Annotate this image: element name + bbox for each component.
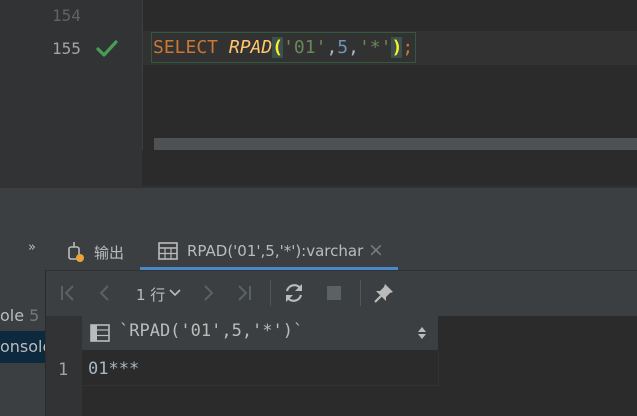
tab-output-label: 输出 — [94, 244, 125, 262]
gutter-bottom — [44, 150, 142, 186]
semicolon: ; — [402, 37, 414, 58]
horizontal-scrollbar-thumb[interactable] — [154, 138, 637, 150]
sort-icon[interactable] — [416, 324, 428, 342]
more-tabs-button[interactable]: » — [28, 240, 36, 255]
sql-statement[interactable]: SELECT RPAD('01',5,'*'); — [153, 36, 413, 60]
open-paren: ( — [272, 37, 284, 58]
string-literal: '01' — [283, 37, 327, 58]
sql-function-name: RPAD — [228, 37, 273, 58]
services-item-count: 5 — [29, 306, 40, 325]
services-item[interactable]: ole 5 — [0, 306, 46, 325]
last-page-icon[interactable] — [232, 281, 256, 305]
output-icon — [65, 241, 85, 263]
check-icon[interactable] — [96, 38, 118, 60]
table-cell[interactable]: 01*** — [88, 359, 139, 379]
stop-icon[interactable] — [322, 281, 346, 305]
line-number: 154 — [52, 6, 81, 25]
line-number: 155 — [52, 39, 81, 58]
toolbar-separator — [360, 280, 361, 306]
close-paren: ) — [391, 37, 403, 58]
toolbar-separator — [270, 280, 271, 306]
refresh-icon[interactable] — [282, 281, 306, 305]
first-page-icon[interactable] — [56, 281, 80, 305]
sql-keyword: SELECT — [153, 37, 219, 58]
string-literal: '*' — [358, 37, 392, 58]
column-header-label: `RPAD('01',5,'*')` — [119, 321, 304, 341]
tab-result[interactable]: RPAD('01',5,'*'):varchar × — [150, 236, 398, 266]
tab-result-label: RPAD('01',5,'*'):varchar — [187, 242, 364, 260]
column-header[interactable]: `RPAD('01',5,'*')` — [82, 316, 439, 350]
comma: , — [348, 37, 359, 58]
tool-window-header — [0, 188, 637, 230]
table-row[interactable]: 01*** — [82, 352, 439, 386]
row-count[interactable]: 1 行 — [136, 284, 165, 305]
row-number: 1 — [58, 360, 69, 380]
number-literal: 5 — [337, 37, 349, 58]
table-icon — [158, 242, 178, 260]
services-item-label: onsole — [0, 337, 45, 356]
editor-left-strip-bottom — [0, 150, 44, 186]
previous-page-icon[interactable] — [93, 281, 117, 305]
services-item-label: ole — [0, 306, 25, 325]
comma: , — [326, 37, 338, 58]
chevron-down-icon[interactable] — [168, 286, 182, 300]
pin-icon[interactable] — [372, 281, 396, 305]
next-page-icon[interactable] — [196, 281, 220, 305]
tab-output[interactable]: 输出 — [56, 236, 138, 266]
gutter-separator — [142, 0, 143, 150]
column-icon — [90, 324, 110, 342]
close-icon[interactable]: × — [368, 239, 384, 261]
